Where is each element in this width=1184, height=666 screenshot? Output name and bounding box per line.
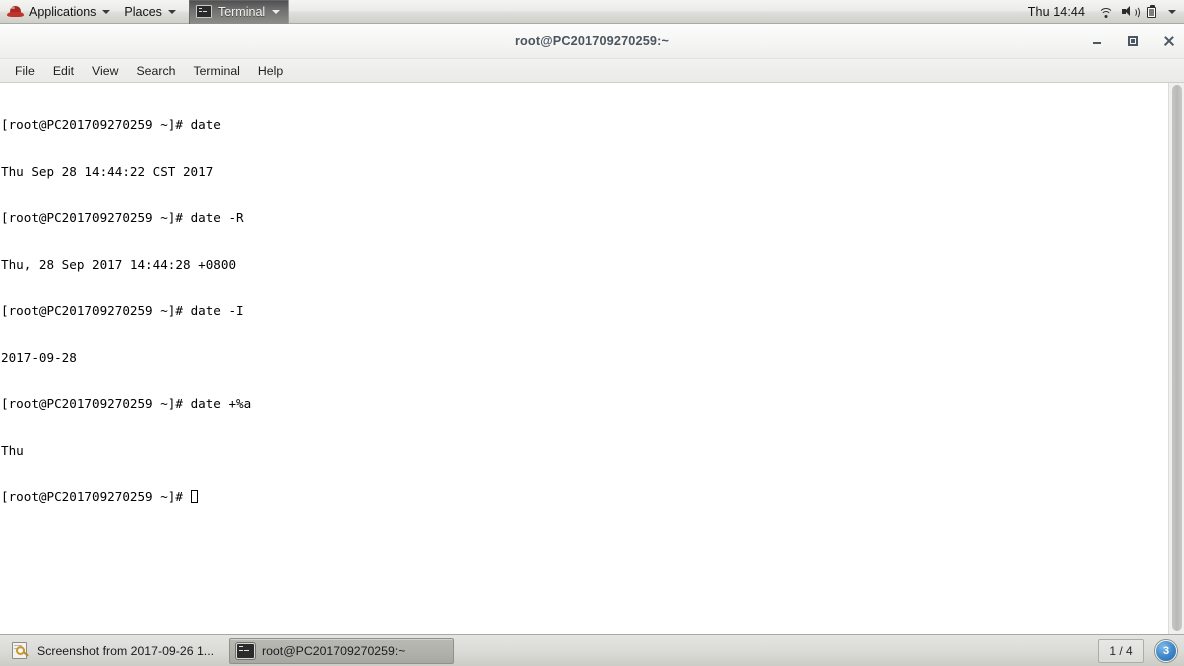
wifi-icon[interactable] [1098,5,1113,18]
terminal-prompt: [root@PC201709270259 ~]# [1,396,191,411]
redhat-logo-icon [7,5,24,18]
chevron-down-icon[interactable] [1168,9,1176,14]
terminal-output-text: Thu, 28 Sep 2017 14:44:28 +0800 [1,256,237,272]
terminal-scrollbar[interactable] [1168,83,1184,635]
terminal-prompt: [root@PC201709270259 ~]# [1,489,191,504]
menu-edit[interactable]: Edit [44,62,83,80]
terminal-line: [root@PC201709270259 ~]# date -I [1,303,1168,319]
terminal-prompt: [root@PC201709270259 ~]# [1,210,191,225]
terminal-icon [236,642,255,659]
window-menu-label: Terminal [217,4,266,19]
window-titlebar: root@PC201709270259:~ [0,24,1184,59]
menu-view[interactable]: View [83,62,127,80]
terminal-command: date [190,117,221,132]
menu-terminal[interactable]: Terminal [184,62,248,80]
chevron-down-icon [272,9,281,14]
applications-menu-label: Applications [29,4,97,19]
terminal-line: [root@PC201709270259 ~]# date [1,117,1168,133]
taskbar-item-terminal[interactable]: root@PC201709270259:~ [229,637,454,664]
terminal-window: root@PC201709270259:~ File Edit View Sea… [0,24,1184,635]
taskbar-item-label: root@PC201709270259:~ [262,643,406,658]
terminal-line-active: [root@PC201709270259 ~]# [1,489,1168,505]
clock[interactable]: Thu 14:44 [1024,5,1089,19]
notification-badge[interactable]: 3 [1155,639,1177,662]
battery-icon[interactable] [1147,4,1158,19]
terminal-output-text: 2017-09-28 [1,349,77,365]
terminal-prompt: [root@PC201709270259 ~]# [1,303,191,318]
taskbar-item-screenshot[interactable]: Screenshot from 2017-09-26 1... [4,638,226,664]
terminal-prompt: [root@PC201709270259 ~]# [1,117,191,132]
terminal-command: date -I [190,303,244,318]
terminal-line: [root@PC201709270259 ~]# date +%a [1,396,1168,412]
terminal-line: 2017-09-28 [1,350,1168,366]
terminal-line: Thu, 28 Sep 2017 14:44:28 +0800 [1,257,1168,273]
desktop-screen: Applications Places Terminal Thu 14:44 r… [0,0,1184,666]
chevron-down-icon [102,9,111,14]
terminal-output[interactable]: [root@PC201709270259 ~]# date Thu Sep 28… [0,83,1168,635]
terminal-line: Thu Sep 28 14:44:22 CST 2017 [1,164,1168,180]
menu-file[interactable]: File [6,62,44,80]
window-controls [1090,24,1176,58]
terminal-line: [root@PC201709270259 ~]# date -R [1,210,1168,226]
places-menu[interactable]: Places [117,0,183,24]
close-button[interactable] [1162,34,1176,48]
window-menu-terminal[interactable]: Terminal [188,0,290,24]
terminal-command: date +%a [190,396,252,411]
workspace-switcher[interactable]: 1 / 4 [1098,638,1144,663]
terminal-command: date -R [190,210,244,225]
terminal-area: [root@PC201709270259 ~]# date Thu Sep 28… [0,83,1184,635]
taskbar-item-label: Screenshot from 2017-09-26 1... [37,643,215,658]
terminal-icon [195,5,212,18]
menu-help[interactable]: Help [249,62,292,80]
panel-status-area: Thu 14:44 [1024,0,1184,24]
scrollbar-thumb[interactable] [1172,85,1182,631]
terminal-line: Thu [1,443,1168,459]
places-menu-label: Places [124,4,162,19]
menu-search[interactable]: Search [127,62,184,80]
volume-icon[interactable] [1122,5,1140,19]
bottom-panel: Screenshot from 2017-09-26 1... root@PC2… [0,634,1184,666]
terminal-output-text: Thu [1,442,24,458]
terminal-output-text: Thu Sep 28 14:44:22 CST 2017 [1,163,214,179]
screenshot-icon [11,642,30,659]
maximize-button[interactable] [1126,34,1140,48]
menubar: File Edit View Search Terminal Help [0,59,1184,83]
top-panel: Applications Places Terminal Thu 14:44 [0,0,1184,24]
window-title: root@PC201709270259:~ [514,34,670,48]
applications-menu[interactable]: Applications [0,0,117,24]
chevron-down-icon [167,9,176,14]
minimize-button[interactable] [1090,34,1104,48]
terminal-cursor [190,490,199,503]
